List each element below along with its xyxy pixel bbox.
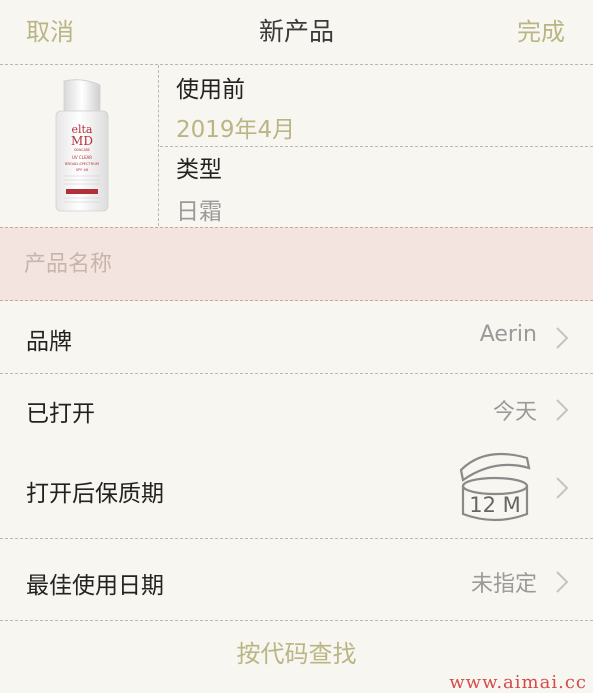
period-after-opening-row[interactable]: 打开后保质期 12 M — [0, 446, 593, 539]
best-by-date-value: 未指定 — [470, 572, 537, 597]
bottle-line2: BROAD-SPECTRUM — [65, 162, 99, 166]
opened-row[interactable]: 已打开 今天 — [0, 374, 593, 446]
chevron-right-icon — [556, 477, 569, 499]
period-after-opening-value: 12 M — [469, 493, 521, 517]
opened-label: 已打开 — [26, 401, 95, 427]
search-by-code-button[interactable]: 按代码查找 — [0, 634, 593, 669]
chevron-right-icon — [556, 571, 569, 593]
done-button[interactable]: 完成 — [517, 12, 565, 47]
bottle-brand-line2: MD — [71, 134, 93, 148]
period-after-opening-label: 打开后保质期 — [26, 481, 164, 507]
use-before-label: 使用前 — [176, 77, 245, 103]
bottle-sub: SKINCARE — [74, 148, 90, 152]
type-value[interactable]: 日霜 — [176, 192, 222, 226]
chevron-right-icon — [556, 327, 569, 349]
page-title: 新产品 — [258, 17, 334, 46]
product-image[interactable]: elta MD SKINCARE UV CLEAR BROAD-SPECTRUM… — [0, 65, 159, 226]
brand-value: Aerin — [479, 322, 537, 347]
brand-row[interactable]: 品牌 Aerin — [0, 300, 593, 374]
divider — [160, 146, 593, 147]
navigation-bar: 取消 新产品 完成 — [0, 0, 593, 60]
best-by-date-label: 最佳使用日期 — [26, 573, 164, 599]
product-name-row — [0, 227, 593, 301]
bottle-line3: SPF 46 — [76, 168, 89, 172]
product-name-input[interactable] — [24, 246, 564, 282]
use-before-value[interactable]: 2019年4月 — [176, 110, 295, 144]
bottle-line1: UV CLEAR — [72, 155, 92, 160]
best-by-date-row[interactable]: 最佳使用日期 未指定 — [0, 540, 593, 621]
product-bottle-image: elta MD SKINCARE UV CLEAR BROAD-SPECTRUM… — [55, 79, 109, 212]
opened-value: 今天 — [492, 400, 537, 425]
chevron-right-icon — [556, 399, 569, 421]
brand-label: 品牌 — [26, 329, 72, 355]
type-label: 类型 — [176, 157, 222, 183]
